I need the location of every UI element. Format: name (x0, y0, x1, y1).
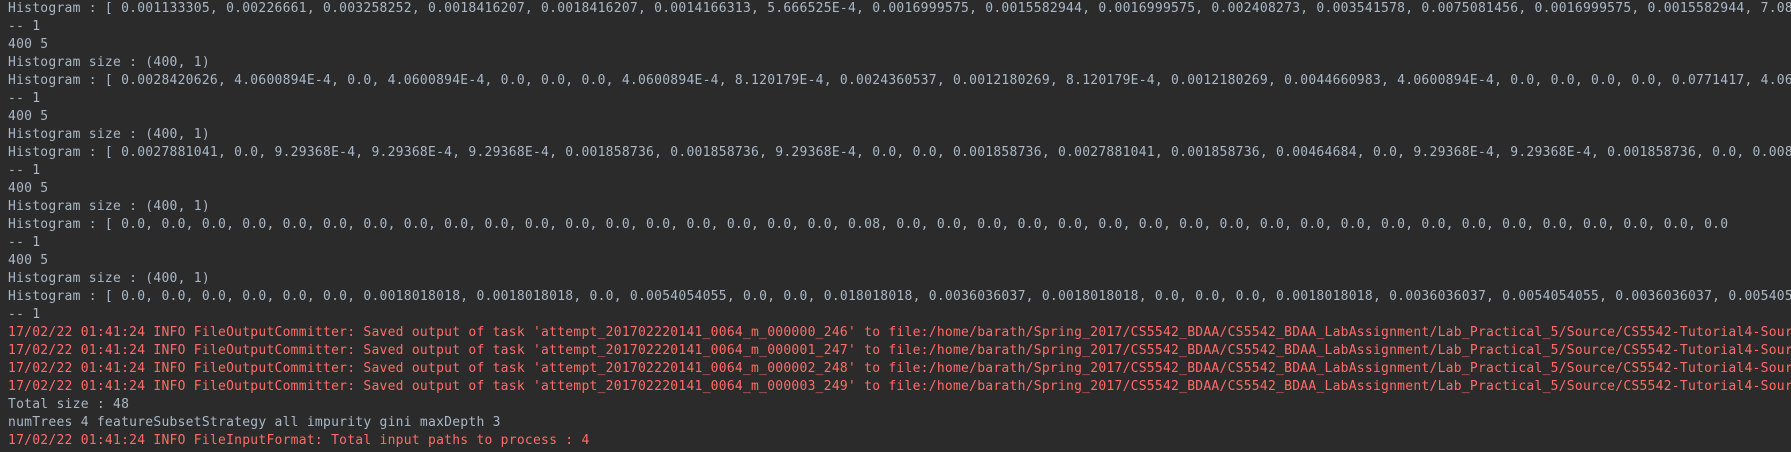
console-line-error: 17/02/22 01:41:24 INFO FileOutputCommitt… (8, 343, 1791, 358)
console-line-error: 17/02/22 01:41:24 INFO FileOutputCommitt… (8, 361, 1791, 376)
console-line: -- 1 (8, 19, 41, 34)
console-line: Histogram : [ 0.0, 0.0, 0.0, 0.0, 0.0, 0… (8, 289, 1791, 304)
console-line: Total size : 48 (8, 397, 130, 412)
console-line: numTrees 4 featureSubsetStrategy all imp… (8, 415, 501, 430)
console-line: Histogram : [ 0.0, 0.0, 0.0, 0.0, 0.0, 0… (8, 217, 1729, 232)
console-line: -- 1 (8, 163, 41, 178)
console-line: -- 1 (8, 307, 41, 322)
console-line: 400 5 (8, 253, 49, 268)
console-line: Histogram : [ 0.0028420626, 4.0600894E-4… (8, 73, 1791, 88)
console-line-error: 17/02/22 01:41:24 INFO FileOutputCommitt… (8, 325, 1791, 340)
console-line: Histogram : [ 0.001133305, 0.00226661, 0… (8, 1, 1791, 16)
console-line: 400 5 (8, 109, 49, 124)
console-line: Histogram size : (400, 1) (8, 199, 210, 214)
console-line: -- 1 (8, 235, 41, 250)
console-line: 400 5 (8, 181, 49, 196)
console-line-error: 17/02/22 01:41:24 INFO FileInputFormat: … (8, 433, 590, 448)
console-line: -- 1 (8, 91, 41, 106)
console-output[interactable]: Histogram : [ 0.001133305, 0.00226661, 0… (0, 0, 1791, 452)
console-line: Histogram : [ 0.0027881041, 0.0, 9.29368… (8, 145, 1791, 160)
console-line: Histogram size : (400, 1) (8, 55, 210, 70)
console-line: 400 5 (8, 37, 49, 52)
console-line: Histogram size : (400, 1) (8, 271, 210, 286)
console-line-error: 17/02/22 01:41:24 INFO FileOutputCommitt… (8, 379, 1791, 394)
console-line: Histogram size : (400, 1) (8, 127, 210, 142)
